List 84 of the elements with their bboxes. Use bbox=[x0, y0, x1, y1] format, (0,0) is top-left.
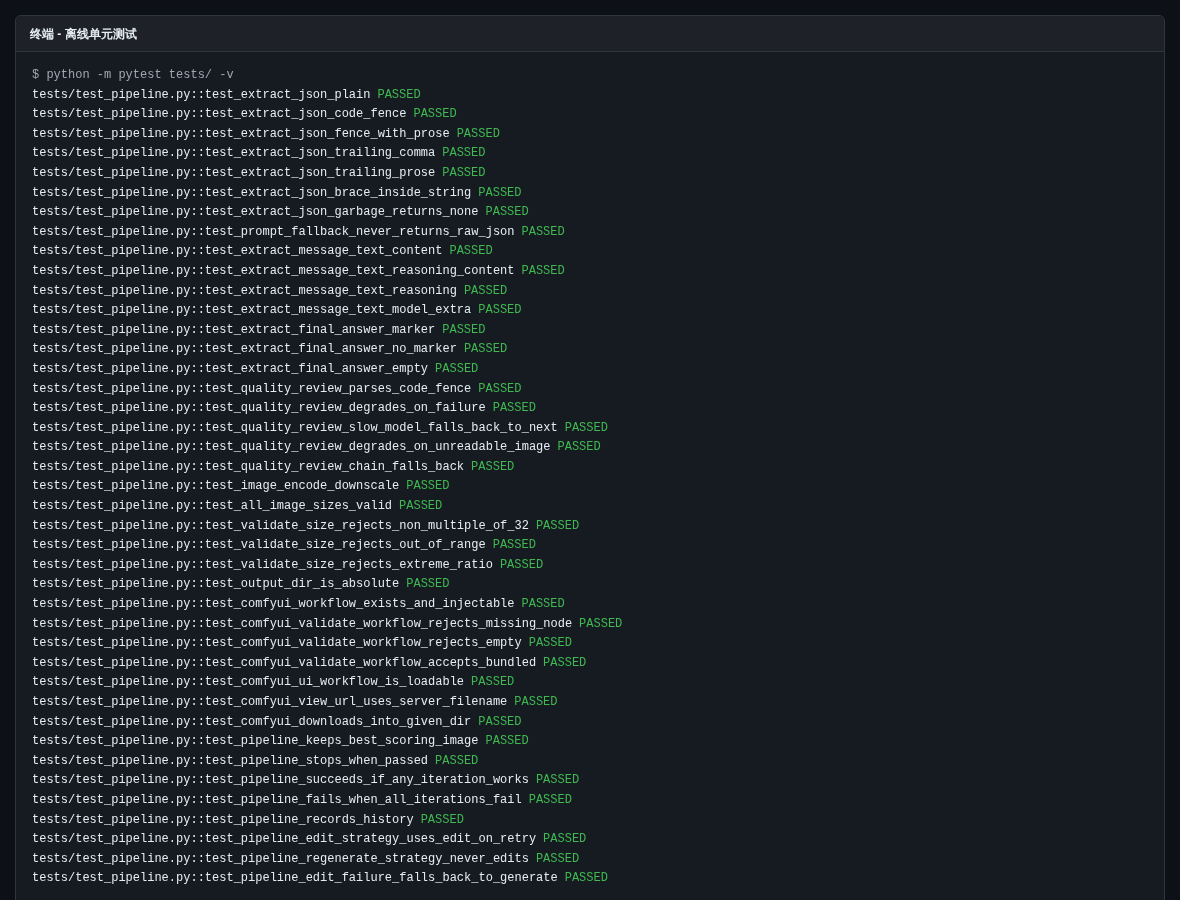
test-result: PASSED bbox=[485, 204, 529, 222]
test-name: tests/test_pipeline.py::test_comfyui_validate_workflow_rejects_empty bbox=[32, 635, 522, 653]
test-result: PASSED bbox=[521, 223, 565, 241]
test-result: PASSED bbox=[449, 243, 493, 261]
test-name: tests/test_pipeline.py::test_comfyui_validate_workflow_rejects_missing_node bbox=[32, 615, 573, 633]
test-result: PASSED bbox=[557, 439, 601, 457]
test-name: tests/test_pipeline.py::test_pipeline_fails_when_all_iterations_fail bbox=[32, 791, 522, 809]
test-result: PASSED bbox=[521, 596, 565, 614]
test-result: PASSED bbox=[543, 654, 587, 672]
test-result: PASSED bbox=[456, 125, 500, 143]
test-result: PASSED bbox=[377, 86, 421, 104]
test-name: tests/test_pipeline.py::test_validate_size_rejects_extreme_ratio bbox=[32, 556, 493, 574]
test-name: tests/test_pipeline.py::test_prompt_fallback_never_returns_raw_json bbox=[32, 223, 515, 241]
test-name: tests/test_pipeline.py::test_quality_review_degrades_on_failure bbox=[32, 400, 486, 418]
test-name: tests/test_pipeline.py::test_pipeline_edit_strategy_uses_edit_on_retry bbox=[32, 831, 537, 849]
test-name: tests/test_pipeline.py::test_pipeline_regenerate_strategy_never_edits bbox=[32, 850, 529, 868]
test-result: PASSED bbox=[528, 791, 572, 809]
test-result: PASSED bbox=[485, 733, 529, 751]
test-name: tests/test_pipeline.py::test_validate_size_rejects_out_of_range bbox=[32, 537, 486, 555]
test-result: PASSED bbox=[442, 321, 486, 339]
test-result: PASSED bbox=[399, 498, 443, 516]
test-result: PASSED bbox=[492, 400, 536, 418]
test-result: PASSED bbox=[478, 184, 522, 202]
test-name: tests/test_pipeline.py::test_extract_json_garbage_returns_none bbox=[32, 204, 479, 222]
test-result: PASSED bbox=[514, 694, 558, 711]
test-name: tests/test_pipeline.py::test_extract_json_brace_inside_string bbox=[32, 184, 472, 202]
test-result: PASSED bbox=[543, 831, 587, 849]
test-name: tests/test_pipeline.py::test_all_image_sizes_valid bbox=[32, 498, 393, 516]
test-name: tests/test_pipeline.py::test_extract_final_answer_empty bbox=[32, 360, 429, 378]
test-name: tests/test_pipeline.py::test_comfyui_validate_workflow_accepts_bundled bbox=[32, 654, 537, 672]
test-result: PASSED bbox=[499, 556, 544, 574]
test-result: PASSED bbox=[564, 419, 608, 437]
test-name: tests/test_pipeline.py::test_extract_json_trailing_comma bbox=[32, 145, 436, 163]
test-name: tests/test_pipeline.py::test_extract_json_trailing_prose bbox=[32, 164, 436, 182]
test-name: tests/test_pipeline.py::test_quality_review_chain_falls_back bbox=[32, 458, 465, 476]
test-name: tests/test_pipeline.py::test_extract_json_plain bbox=[32, 86, 371, 104]
test-result: PASSED bbox=[528, 635, 572, 653]
test-result: PASSED bbox=[478, 302, 522, 320]
test-name: tests/test_pipeline.py::test_extract_final_answer_marker bbox=[32, 321, 436, 339]
test-result: PASSED bbox=[535, 850, 580, 868]
test-name: tests/test_pipeline.py::test_output_dir_is_absolute bbox=[32, 576, 400, 594]
test-result: PASSED bbox=[463, 341, 508, 359]
test-result: PASSED bbox=[478, 380, 522, 398]
test-name: tests/test_pipeline.py::test_extract_json_fence_with_prose bbox=[32, 125, 450, 143]
test-name: tests/test_pipeline.py::test_validate_size_rejects_non_multiple_of_32 bbox=[32, 517, 529, 535]
test-result: PASSED bbox=[435, 360, 479, 378]
test-result: PASSED bbox=[406, 478, 450, 496]
window-title: 终端 - 离线单元测试 bbox=[30, 25, 137, 43]
test-result: PASSED bbox=[442, 145, 486, 163]
test-result: PASSED bbox=[535, 772, 580, 790]
test-name: tests/test_pipeline.py::test_quality_review_slow_model_falls_back_to_next bbox=[32, 419, 558, 437]
test-name: tests/test_pipeline.py::test_comfyui_view_url_uses_server_filename bbox=[32, 694, 508, 711]
test-result: PASSED bbox=[521, 262, 565, 280]
test-result: PASSED bbox=[579, 615, 623, 633]
test-result: PASSED bbox=[535, 517, 580, 535]
test-result: PASSED bbox=[564, 870, 608, 888]
test-name: tests/test_pipeline.py::test_comfyui_ui_workflow_is_loadable bbox=[32, 674, 465, 692]
test-name: tests/test_pipeline.py::test_comfyui_downloads_into_given_dir bbox=[32, 713, 472, 731]
test-name: tests/test_pipeline.py::test_pipeline_succeeds_if_any_iteration_works bbox=[32, 772, 529, 790]
test-name: tests/test_pipeline.py::test_pipeline_edit_failure_falls_back_to_generate bbox=[32, 870, 558, 888]
test-result: PASSED bbox=[442, 164, 486, 182]
test-result: PASSED bbox=[406, 576, 450, 594]
test-result: PASSED bbox=[420, 811, 464, 829]
test-result: PASSED bbox=[471, 458, 515, 476]
test-result: PASSED bbox=[478, 713, 522, 731]
test-result: PASSED bbox=[435, 752, 479, 770]
test-result: PASSED bbox=[471, 674, 515, 692]
test-name: tests/test_pipeline.py::test_pipeline_records_history bbox=[32, 811, 414, 829]
test-name: tests/test_pipeline.py::test_pipeline_stops_when_passed bbox=[32, 752, 429, 770]
test-name: tests/test_pipeline.py::test_comfyui_workflow_exists_and_injectable bbox=[32, 596, 515, 614]
test-name: tests/test_pipeline.py::test_extract_json_code_fence bbox=[32, 106, 407, 124]
test-name: tests/test_pipeline.py::test_image_encode_downscale bbox=[32, 478, 400, 496]
test-name: tests/test_pipeline.py::test_extract_final_answer_no_marker bbox=[32, 341, 457, 359]
command-line: $ python -m pytest tests/ -v bbox=[32, 67, 234, 84]
test-name: tests/test_pipeline.py::test_extract_message_text_reasoning bbox=[32, 282, 457, 300]
test-name: tests/test_pipeline.py::test_extract_message_text_model_extra bbox=[32, 302, 472, 320]
test-result: PASSED bbox=[463, 282, 508, 300]
test-name: tests/test_pipeline.py::test_extract_message_text_content bbox=[32, 243, 443, 261]
test-name: tests/test_pipeline.py::test_pipeline_keeps_best_scoring_image bbox=[32, 733, 479, 751]
test-name: tests/test_pipeline.py::test_extract_message_text_reasoning_content bbox=[32, 262, 515, 280]
test-result: PASSED bbox=[492, 537, 536, 555]
test-result: PASSED bbox=[413, 106, 457, 124]
test-name: tests/test_pipeline.py::test_quality_review_parses_code_fence bbox=[32, 380, 472, 398]
test-name: tests/test_pipeline.py::test_quality_review_degrades_on_unreadable_image bbox=[32, 439, 551, 457]
